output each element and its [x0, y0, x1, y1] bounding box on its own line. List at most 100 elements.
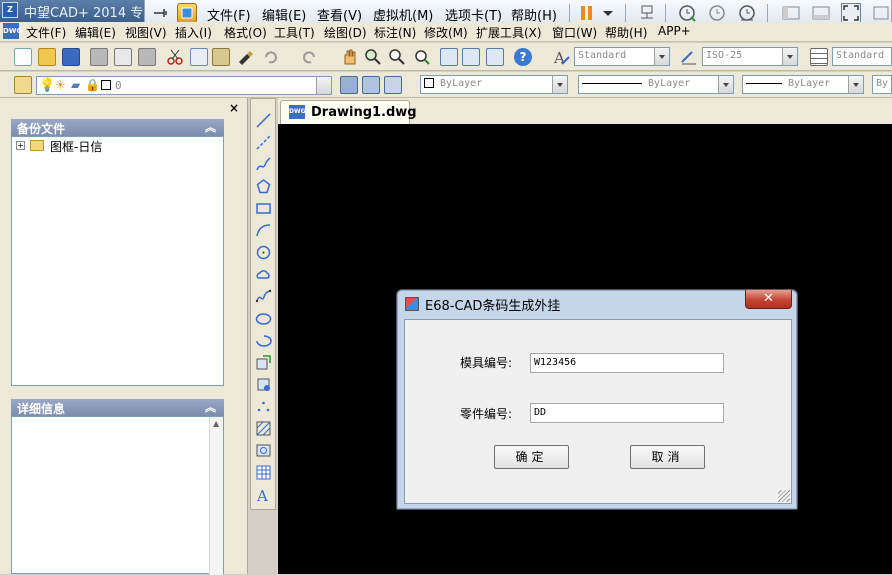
color-select[interactable]: ByLayer [420, 75, 568, 94]
details-panel-header[interactable]: 详细信息 ︽ [11, 399, 224, 416]
fullscreen-icon[interactable] [841, 3, 861, 23]
vm-home-icon[interactable] [177, 3, 197, 23]
close-button[interactable]: ✕ [745, 290, 792, 309]
region-icon[interactable] [255, 442, 272, 459]
menu-format[interactable]: 格式(O) [224, 24, 267, 41]
details-scrollbar[interactable]: ▲ [209, 417, 223, 575]
copy-icon[interactable] [190, 48, 208, 66]
linetype-select[interactable]: ByLayer [578, 75, 734, 94]
expand-icon[interactable]: + [16, 141, 25, 150]
snapshot-revert-icon[interactable] [707, 3, 727, 23]
scroll-up-icon[interactable]: ▲ [213, 419, 219, 428]
text-style-icon[interactable]: A [552, 48, 570, 67]
multiline-text-icon[interactable]: A [255, 486, 272, 505]
pan-hand-icon[interactable] [340, 48, 358, 66]
menu-dimension[interactable]: 标注(N) [374, 24, 416, 41]
zoom-previous-icon[interactable] [412, 48, 430, 66]
tab-drawing1[interactable]: DWG Drawing1.dwg [280, 100, 417, 124]
sidebar-view-icon[interactable] [781, 3, 801, 23]
folder-icon [30, 140, 44, 151]
tree-item-label[interactable]: 图框-日信 [50, 138, 102, 155]
redo-icon[interactable] [300, 48, 318, 66]
collapse-icon[interactable]: ︽ [205, 119, 216, 135]
unity-icon[interactable] [871, 3, 891, 23]
menu-window[interactable]: 窗口(W) [552, 24, 597, 41]
hatch-icon[interactable] [255, 420, 272, 437]
ellipse-arc-icon[interactable] [255, 332, 272, 349]
chevron-down-icon[interactable] [598, 3, 618, 23]
table-style-select[interactable]: Standard [832, 47, 892, 66]
menu-edit[interactable]: 编辑(E) [75, 24, 116, 41]
pause-icon[interactable] [577, 3, 597, 23]
separator [665, 4, 666, 22]
zoom-realtime-icon[interactable] [364, 48, 382, 66]
make-layer-current-icon[interactable] [340, 76, 358, 94]
arc-icon[interactable] [255, 222, 272, 239]
menu-extension-tools[interactable]: 扩展工具(X) [476, 24, 542, 41]
point-icon[interactable] [255, 398, 272, 415]
properties-icon[interactable] [440, 48, 458, 66]
layer-select[interactable]: 💡 ☀ ▰ 🔒 0 [36, 76, 332, 95]
ellipse-icon[interactable] [255, 310, 272, 327]
text-style-select[interactable]: Standard [574, 47, 670, 66]
polyline-icon[interactable] [255, 156, 272, 173]
layer-manager-icon[interactable] [14, 76, 32, 94]
zoom-window-icon[interactable] [388, 48, 406, 66]
rectangle-icon[interactable] [255, 200, 272, 217]
part-number-input[interactable]: DD [530, 403, 724, 423]
polygon-icon[interactable] [255, 178, 272, 195]
backup-panel-header[interactable]: 备份文件 ︽ [11, 119, 224, 136]
layer-previous-icon[interactable] [362, 76, 380, 94]
save-icon[interactable] [62, 48, 80, 66]
draw-toolbar: A [250, 98, 276, 510]
sun-icon: ☀ [55, 78, 66, 92]
menu-app-plus[interactable]: APP+ [658, 24, 691, 38]
ok-button[interactable]: 确定 [494, 445, 569, 469]
line-icon[interactable] [255, 112, 272, 129]
plot-icon[interactable] [138, 48, 156, 66]
menu-modify[interactable]: 修改(M) [424, 24, 468, 41]
console-view-icon[interactable] [811, 3, 831, 23]
menu-view[interactable]: 视图(V) [125, 24, 167, 41]
cancel-button[interactable]: 取消 [630, 445, 705, 469]
match-properties-icon[interactable] [236, 48, 254, 66]
undo-icon[interactable] [262, 48, 280, 66]
snapshot-take-icon[interactable] [677, 3, 697, 23]
dim-style-icon[interactable] [680, 48, 698, 66]
tool-palette-icon[interactable] [486, 48, 504, 66]
menu-insert[interactable]: 插入(I) [175, 24, 212, 41]
menu-tools[interactable]: 工具(T) [274, 24, 315, 41]
design-center-icon[interactable] [462, 48, 480, 66]
revision-cloud-icon[interactable] [255, 266, 272, 283]
print-icon[interactable] [90, 48, 108, 66]
mold-number-input[interactable]: W123456 [530, 353, 724, 373]
lineweight-select[interactable]: ByLayer [742, 75, 864, 94]
layer-state-icon[interactable] [384, 76, 402, 94]
table-style-icon[interactable] [810, 48, 828, 66]
open-file-icon[interactable] [38, 48, 56, 66]
print-preview-icon[interactable] [114, 48, 132, 66]
insert-block-icon[interactable] [255, 354, 272, 371]
close-icon[interactable]: × [229, 101, 239, 115]
dim-style-select[interactable]: ISO-25 [702, 47, 798, 66]
make-block-icon[interactable] [255, 376, 272, 393]
collapse-icon[interactable]: ︽ [205, 399, 216, 415]
help-icon[interactable]: ? [514, 48, 532, 66]
paste-icon[interactable] [212, 48, 230, 66]
menu-draw[interactable]: 绘图(D) [324, 24, 367, 41]
new-file-icon[interactable] [14, 48, 32, 66]
table-style-value: Standard [836, 50, 885, 61]
cut-icon[interactable] [166, 48, 184, 66]
document-icon[interactable]: DWG [3, 23, 22, 39]
plot-style-select[interactable]: By [872, 75, 892, 94]
network-icon[interactable] [637, 3, 657, 23]
circle-icon[interactable] [255, 244, 272, 261]
spline-icon[interactable] [255, 288, 272, 305]
resize-grip-icon[interactable] [778, 490, 790, 502]
snapshot-manager-icon[interactable] [737, 3, 757, 23]
menu-file[interactable]: 文件(F) [26, 24, 66, 41]
pin-icon[interactable] [151, 3, 171, 23]
menu-help[interactable]: 帮助(H) [605, 24, 647, 41]
construction-line-icon[interactable] [255, 134, 272, 151]
table-icon[interactable] [255, 464, 272, 481]
